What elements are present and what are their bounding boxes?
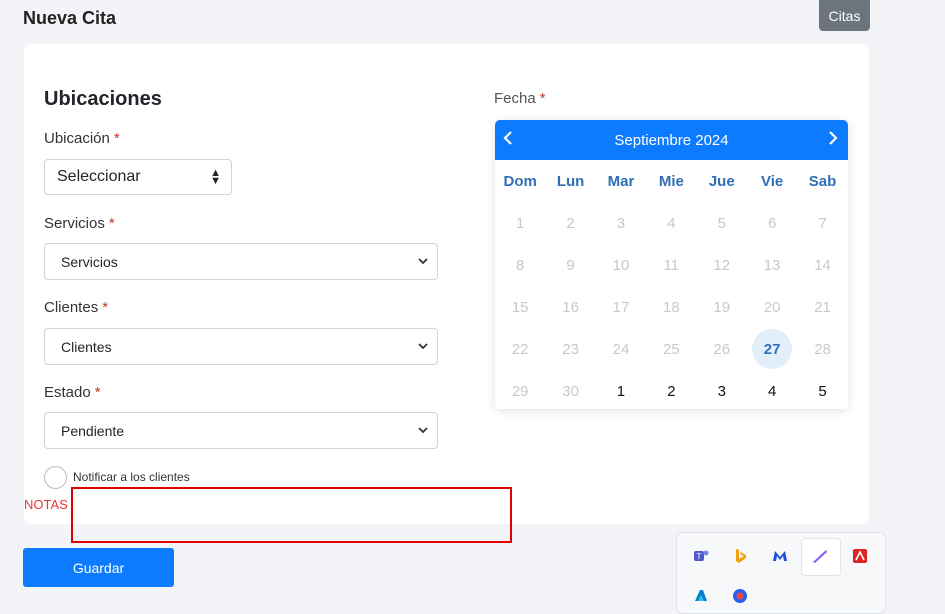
weekday-label: Mie xyxy=(658,172,684,190)
weekday-label: Mar xyxy=(607,172,635,190)
calendar-day: 28 xyxy=(814,340,831,358)
pen-icon[interactable] xyxy=(811,547,829,565)
calendar-day: 10 xyxy=(612,256,630,274)
ubicacion-label-text: Ubicación xyxy=(44,130,110,147)
chevron-down-icon xyxy=(418,343,428,350)
calendar-day: 29 xyxy=(511,382,529,400)
calendar-day: 9 xyxy=(566,256,575,274)
calendar-day: 16 xyxy=(562,298,579,316)
calendar-day: 26 xyxy=(713,340,731,358)
weekday-row: Dom Lun Mar Mie Jue Vie Sab xyxy=(495,160,848,202)
week-row: 29 30 1 2 3 4 5 xyxy=(495,370,848,409)
clientes-value: Clientes xyxy=(61,338,112,355)
calendar-grid: Dom Lun Mar Mie Jue Vie Sab 1 2 3 4 5 6 … xyxy=(495,160,848,409)
clientes-label-text: Clientes xyxy=(44,299,99,316)
calendar-day: 19 xyxy=(713,298,731,316)
required-mark: * xyxy=(539,90,546,107)
notas-label: NOTAS xyxy=(24,497,68,512)
ubicacion-select[interactable]: Seleccionar ▲ ▼ xyxy=(44,159,232,195)
required-mark: * xyxy=(108,215,115,232)
servicios-select[interactable]: Servicios xyxy=(44,243,438,280)
calendar-day-selected[interactable]: 27 xyxy=(747,328,797,370)
weekday-label: Jue xyxy=(708,172,735,190)
fecha-label-text: Fecha xyxy=(494,90,536,107)
ubicacion-value: Seleccionar xyxy=(57,168,141,185)
chevron-down-icon xyxy=(418,258,428,265)
estado-label-text: Estado xyxy=(44,384,91,401)
calendar-day: 24 xyxy=(612,340,630,358)
week-row: 22 23 24 25 26 27 28 xyxy=(495,328,848,370)
calendar-day: 25 xyxy=(663,340,680,358)
bing-icon[interactable] xyxy=(731,547,749,565)
calendar-day: 21 xyxy=(814,298,831,316)
calendar-month-title: Septiembre 2024 xyxy=(614,131,729,149)
week-row: 1 2 3 4 5 6 7 xyxy=(495,202,848,244)
servicios-label: Servicios * xyxy=(44,215,115,232)
calendar-day[interactable]: 4 xyxy=(747,370,797,409)
calendar-day: 13 xyxy=(763,256,781,274)
system-tray-popup: T xyxy=(676,532,886,614)
malwarebytes-icon[interactable] xyxy=(771,547,789,565)
section-title: Ubicaciones xyxy=(44,88,162,110)
notas-input[interactable] xyxy=(71,487,512,543)
citas-button[interactable]: Citas xyxy=(819,0,870,31)
calendar-day: 6 xyxy=(767,214,777,232)
calendar-day: 3 xyxy=(616,214,626,232)
required-mark: * xyxy=(113,130,120,147)
app-icon[interactable] xyxy=(731,587,749,605)
clientes-label: Clientes * xyxy=(44,299,108,316)
weekday-label: Lun xyxy=(556,172,585,190)
teams-icon[interactable]: T xyxy=(692,547,710,565)
adobe-icon[interactable] xyxy=(851,547,869,565)
calendar-day: 30 xyxy=(562,382,579,400)
week-row: 15 16 17 18 19 20 21 xyxy=(495,286,848,328)
weekday-label: Dom xyxy=(503,172,537,190)
svg-text:T: T xyxy=(697,552,702,561)
azure-icon[interactable] xyxy=(692,587,710,605)
page-title: Nueva Cita xyxy=(23,8,117,28)
calendar-day: 12 xyxy=(713,256,731,274)
calendar-day: 4 xyxy=(667,214,676,232)
calendar-day[interactable]: 1 xyxy=(596,370,646,409)
estado-label: Estado * xyxy=(44,384,101,401)
calendar-day: 23 xyxy=(562,340,579,358)
calendar-day: 18 xyxy=(663,298,680,316)
weekday-label: Sab xyxy=(808,172,837,190)
estado-value: Pendiente xyxy=(61,422,125,439)
calendar-day: 5 xyxy=(717,214,726,232)
calendar-day: 11 xyxy=(663,256,680,274)
calendar-day[interactable]: 2 xyxy=(646,370,696,409)
calendar-day[interactable]: 5 xyxy=(797,370,847,409)
calendar-day: 17 xyxy=(612,298,630,316)
chevron-left-icon[interactable] xyxy=(501,130,515,146)
calendar-day[interactable]: 3 xyxy=(697,370,747,409)
calendar-day: 2 xyxy=(566,214,575,232)
calendar-day: 15 xyxy=(511,298,529,316)
servicios-label-text: Servicios xyxy=(44,215,105,232)
week-row: 8 9 10 11 12 13 14 xyxy=(495,244,848,286)
chevron-right-icon[interactable] xyxy=(826,130,840,146)
calendar-day: 14 xyxy=(814,256,831,274)
estado-select[interactable]: Pendiente xyxy=(44,412,438,449)
weekday-label: Vie xyxy=(761,172,784,190)
required-mark: * xyxy=(102,299,109,316)
calendar-day: 8 xyxy=(516,256,525,274)
ubicacion-label: Ubicación * xyxy=(44,130,120,147)
calendar-day: 7 xyxy=(818,214,827,232)
clientes-select[interactable]: Clientes xyxy=(44,328,438,365)
notify-checkbox[interactable] xyxy=(44,466,67,489)
calendar-day: 1 xyxy=(516,214,525,232)
calendar-header: Septiembre 2024 xyxy=(495,120,848,160)
sort-arrows-icon: ▲ ▼ xyxy=(210,167,221,187)
calendar-day: 22 xyxy=(511,340,529,358)
required-mark: * xyxy=(94,384,101,401)
calendar-day: 20 xyxy=(763,298,781,316)
chevron-down-icon xyxy=(418,427,428,434)
servicios-value: Servicios xyxy=(61,253,118,270)
fecha-label: Fecha * xyxy=(494,90,546,107)
date-picker: Septiembre 2024 Dom Lun Mar Mie Jue Vie … xyxy=(495,120,848,409)
notify-label: Notificar a los clientes xyxy=(73,470,190,484)
guardar-button[interactable]: Guardar xyxy=(23,548,174,587)
